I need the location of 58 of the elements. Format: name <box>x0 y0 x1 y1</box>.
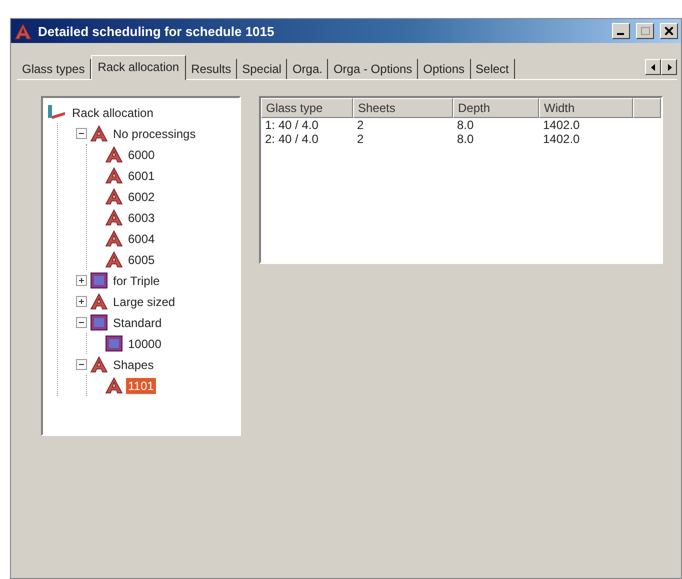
letter-a-icon <box>105 146 123 163</box>
rack-icon <box>47 104 67 121</box>
letter-a-icon <box>105 188 123 205</box>
picture-frame-icon <box>105 335 123 352</box>
column-header[interactable]: Sheets <box>353 98 453 118</box>
expand-icon[interactable] <box>76 275 87 286</box>
tree-item[interactable]: 1101 <box>126 378 156 394</box>
letter-a-icon <box>90 356 108 373</box>
table-cell-text: 2: 40 / 4.0 <box>264 132 320 146</box>
table-cell-text: 1402.0 <box>542 118 581 132</box>
tree-item[interactable]: 6002 <box>126 188 157 204</box>
tree-item[interactable]: Standard <box>111 314 164 330</box>
letter-a-icon <box>105 167 123 184</box>
scroll-right-button[interactable] <box>661 59 677 75</box>
scroll-left-button[interactable] <box>645 59 661 75</box>
tree-item[interactable]: 6004 <box>126 230 157 246</box>
collapse-icon[interactable] <box>76 317 87 328</box>
close-icon <box>665 27 673 35</box>
expand-icon[interactable] <box>76 296 87 307</box>
tree-item[interactable]: Shapes <box>111 356 156 372</box>
tab[interactable]: Select <box>470 59 515 79</box>
minimize-button[interactable] <box>612 23 630 39</box>
right-arrow-icon <box>666 64 672 70</box>
table-cell-text: 8.0 <box>456 132 475 146</box>
letter-a-icon <box>14 22 32 40</box>
tree-item[interactable]: No processings <box>111 126 198 142</box>
column-header[interactable]: Depth <box>453 98 539 118</box>
table-cell-text: 2 <box>356 118 365 132</box>
maximize-button[interactable] <box>636 23 654 39</box>
column-header[interactable]: Glass type <box>261 98 353 118</box>
tree-item[interactable]: 10000 <box>126 336 164 352</box>
window-title: Detailed scheduling for schedule 1015 <box>38 24 276 38</box>
picture-frame-icon <box>90 272 108 289</box>
letter-a-icon <box>105 377 123 394</box>
tree-item[interactable]: 6001 <box>126 168 157 184</box>
letter-a-icon <box>90 293 108 310</box>
column-header[interactable]: Width <box>539 98 633 118</box>
picture-frame-icon <box>90 314 108 331</box>
close-button[interactable] <box>660 23 678 39</box>
tree-item[interactable]: Large sized <box>111 294 178 310</box>
tree-item[interactable]: Rack allocation <box>70 104 156 120</box>
letter-a-icon <box>105 230 123 247</box>
letter-a-icon <box>105 209 123 226</box>
collapse-icon[interactable] <box>76 128 87 139</box>
tree-item[interactable]: 6005 <box>126 252 157 268</box>
tree-item[interactable]: 6003 <box>126 210 157 226</box>
tree-item[interactable]: for Triple <box>111 272 162 288</box>
letter-a-icon <box>90 125 108 142</box>
maximize-icon <box>640 27 650 35</box>
table-cell-text: 1402.0 <box>542 132 581 146</box>
left-arrow-icon <box>650 64 656 70</box>
table-cell-text: 2 <box>356 132 365 146</box>
letter-a-icon <box>105 251 123 268</box>
tree-item[interactable]: 6000 <box>126 146 157 162</box>
table-cell-text: 1: 40 / 4.0 <box>264 118 320 132</box>
tab[interactable]: Rack allocation <box>90 55 186 80</box>
table-cell-text: 8.0 <box>456 118 475 132</box>
collapse-icon[interactable] <box>76 359 87 370</box>
